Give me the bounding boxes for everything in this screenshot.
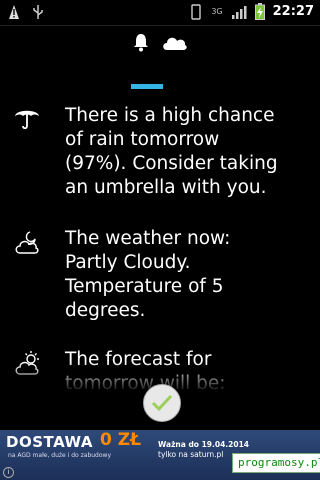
umbrella-icon	[15, 110, 39, 130]
header-icons	[0, 32, 320, 52]
signal-icon	[231, 5, 247, 19]
watermark: programosy.pl	[232, 453, 320, 473]
forecast-text: There is a high chance of rain tomorrow …	[65, 105, 278, 198]
confirm-button[interactable]	[143, 384, 181, 422]
forecast-text: The weather now: Partly Cloudy. Temperat…	[65, 228, 231, 321]
vibrate-icon	[191, 3, 202, 20]
bell-icon[interactable]	[132, 32, 150, 52]
clock: 22:27	[272, 4, 314, 19]
checkmark-icon	[151, 394, 173, 412]
status-bar: 3G 22:27	[0, 0, 320, 26]
ad-validity: Ważna do 19.04.2014	[158, 440, 250, 449]
partly-cloudy-night-icon	[15, 231, 39, 254]
ad-price: 0 ZŁ	[100, 430, 141, 450]
page-indicator	[131, 84, 163, 89]
network-type: 3G	[211, 6, 223, 16]
ad-subtitle: na AGD małe, duże i do zabudowy	[8, 452, 111, 459]
ad-site: tylko na saturn.pl	[158, 450, 224, 459]
usb-icon	[33, 5, 43, 19]
alert-icon	[9, 5, 19, 19]
cloud-icon[interactable]	[160, 32, 188, 52]
ad-brand: DOSTAWA	[6, 433, 93, 451]
ad-info-icon[interactable]: i	[3, 467, 14, 478]
battery-charging-icon	[254, 3, 265, 20]
